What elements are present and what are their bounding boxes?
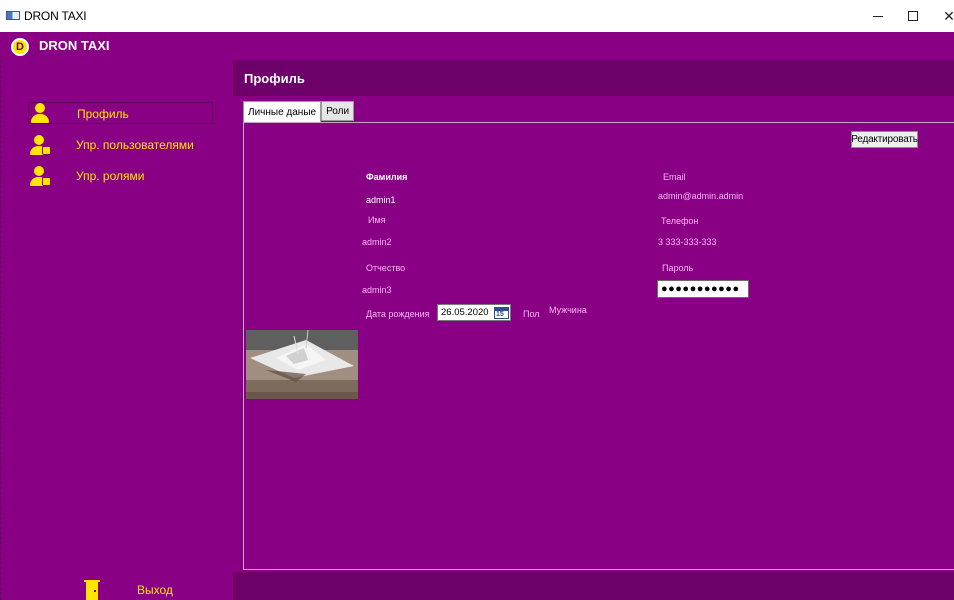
sidebar-item-label: Упр. пользователями bbox=[76, 138, 194, 152]
password-field[interactable]: ●●●●●●●●●●● bbox=[657, 280, 749, 298]
close-icon: ✕ bbox=[943, 7, 954, 24]
gender-value: Мужчина bbox=[549, 305, 587, 315]
minimize-button[interactable] bbox=[860, 4, 896, 28]
patronymic-value: admin3 bbox=[362, 285, 392, 295]
profile-photo bbox=[246, 330, 358, 399]
minimize-icon bbox=[873, 15, 883, 17]
logo-icon: D bbox=[11, 38, 29, 56]
gender-label: Пол bbox=[523, 309, 540, 319]
user-icon bbox=[29, 102, 51, 124]
email-value: admin@admin.admin bbox=[658, 191, 744, 201]
door-icon bbox=[82, 580, 104, 600]
phone-label: Телефон bbox=[661, 216, 699, 226]
app-header: D DRON TAXI bbox=[0, 32, 954, 60]
name-value: admin2 bbox=[362, 237, 392, 247]
sidebar: Профиль Упр. пользователями Упр. ролями bbox=[0, 60, 233, 600]
email-label: Email bbox=[663, 172, 686, 182]
tab-personal-data[interactable]: Личные даные bbox=[243, 101, 322, 123]
window-titlebar: DRON TAXI ✕ bbox=[0, 0, 954, 32]
edit-button[interactable]: Редактировать bbox=[851, 131, 918, 148]
maximize-button[interactable] bbox=[895, 4, 931, 28]
brand-name: DRON TAXI bbox=[39, 38, 110, 53]
main-footer bbox=[233, 572, 954, 600]
exit-label: Выход bbox=[137, 583, 173, 597]
exit-button[interactable]: Выход bbox=[82, 580, 202, 600]
surname-value: admin1 bbox=[366, 195, 396, 205]
surname-label: Фамилия bbox=[366, 172, 408, 182]
calendar-icon[interactable]: 15 bbox=[494, 307, 509, 319]
maximize-icon bbox=[908, 11, 918, 21]
birth-date-picker[interactable]: 26.05.2020 15 bbox=[437, 304, 511, 321]
sidebar-item-label: Профиль bbox=[77, 107, 129, 121]
password-label: Пароль bbox=[662, 263, 694, 273]
user-lock-icon bbox=[28, 165, 51, 187]
name-label: Имя bbox=[368, 215, 386, 225]
user-edit-icon bbox=[28, 134, 51, 156]
sidebar-item-users[interactable]: Упр. пользователями bbox=[28, 134, 213, 156]
close-button[interactable]: ✕ bbox=[931, 4, 954, 28]
phone-value: 3 333-333-333 bbox=[658, 237, 717, 247]
tab-bar: Личные даные Роли bbox=[243, 101, 355, 123]
sidebar-item-label: Упр. ролями bbox=[76, 169, 145, 183]
patronymic-label: Отчество bbox=[366, 263, 406, 273]
birth-date-value: 26.05.2020 bbox=[441, 307, 489, 318]
birth-date-label: Дата рождения bbox=[366, 309, 430, 319]
tab-roles[interactable]: Роли bbox=[321, 101, 355, 121]
calendar-day: 15 bbox=[496, 311, 504, 318]
main-header: Профиль bbox=[233, 60, 954, 96]
window-title: DRON TAXI bbox=[24, 9, 87, 23]
sidebar-item-roles[interactable]: Упр. ролями bbox=[28, 165, 213, 187]
page-title: Профиль bbox=[244, 71, 305, 86]
sidebar-item-profile[interactable]: Профиль bbox=[28, 102, 213, 124]
drone-image bbox=[246, 330, 358, 399]
app-icon bbox=[6, 11, 20, 20]
